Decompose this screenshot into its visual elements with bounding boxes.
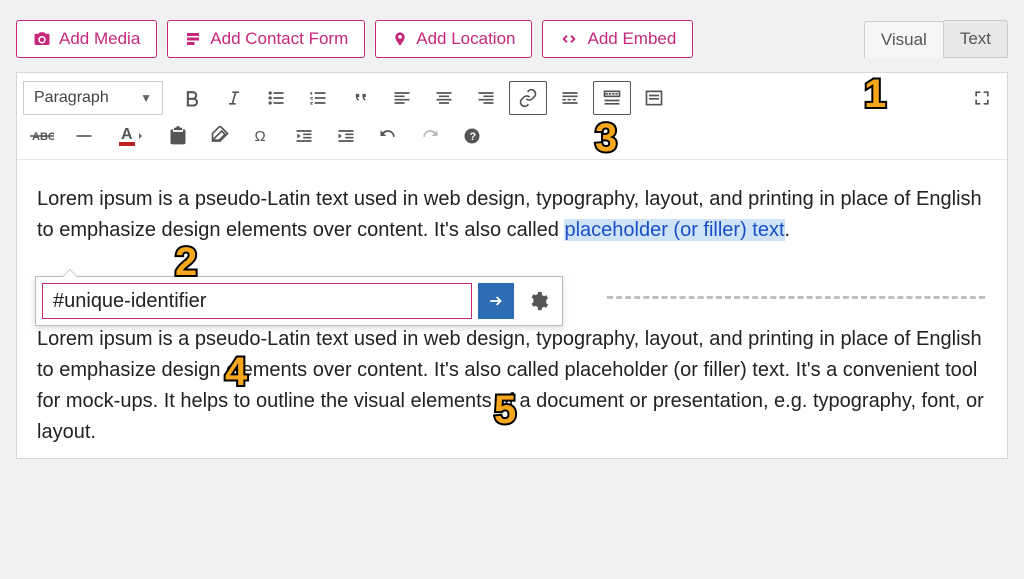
add-location-label: Add Location [416, 29, 515, 49]
align-center-button[interactable] [425, 81, 463, 115]
selected-link-text[interactable]: placeholder (or filler) text [564, 219, 784, 241]
camera-icon [33, 30, 51, 48]
top-actions-bar: Add Media Add Contact Form Add Location … [16, 20, 1008, 58]
apply-link-button[interactable] [478, 283, 514, 319]
toolbar-row-1: Paragraph ▼ [23, 79, 1001, 117]
undo-button[interactable] [369, 119, 407, 153]
align-right-button[interactable] [467, 81, 505, 115]
insert-link-button[interactable] [509, 81, 547, 115]
embed-icon [559, 31, 579, 47]
form-icon [184, 30, 202, 48]
paragraph-format-select[interactable]: Paragraph ▼ [23, 81, 163, 115]
clear-formatting-button[interactable] [201, 119, 239, 153]
add-contact-form-button[interactable]: Add Contact Form [167, 20, 365, 58]
special-character-button[interactable]: Ω [243, 119, 281, 153]
add-location-button[interactable]: Add Location [375, 20, 532, 58]
para1-text-b: . [785, 219, 791, 241]
numbered-list-button[interactable] [299, 81, 337, 115]
link-url-input[interactable] [42, 283, 472, 319]
svg-text:Ω: Ω [255, 128, 266, 145]
horizontal-rule-button[interactable] [65, 119, 103, 153]
indent-button[interactable] [327, 119, 365, 153]
outdent-button[interactable] [285, 119, 323, 153]
paragraph-1[interactable]: Lorem ipsum is a pseudo-Latin text used … [37, 184, 987, 246]
text-color-button[interactable]: A [107, 119, 155, 153]
toolbar-row-2: ABC A Ω [23, 117, 1001, 155]
tab-visual[interactable]: Visual [864, 21, 944, 58]
editor-content[interactable]: Lorem ipsum is a pseudo-Latin text used … [17, 160, 1007, 458]
redo-button[interactable] [411, 119, 449, 153]
insert-more-button[interactable] [551, 81, 589, 115]
block-panel-button[interactable] [635, 81, 673, 115]
bullet-list-button[interactable] [257, 81, 295, 115]
more-divider [607, 296, 985, 299]
fullscreen-button[interactable] [963, 81, 1001, 115]
italic-button[interactable] [215, 81, 253, 115]
paragraph-2[interactable]: Lorem ipsum is a pseudo-Latin text used … [37, 324, 987, 448]
align-left-button[interactable] [383, 81, 421, 115]
link-settings-button[interactable] [520, 283, 556, 319]
location-icon [392, 30, 408, 48]
svg-text:ABC: ABC [32, 131, 54, 143]
paste-text-button[interactable] [159, 119, 197, 153]
para1-text-a: Lorem ipsum is a pseudo-Latin text used … [37, 188, 982, 241]
svg-text:?: ? [470, 131, 477, 143]
toolbar-toggle-button[interactable] [593, 81, 631, 115]
editor-frame: Paragraph ▼ [16, 72, 1008, 459]
add-embed-label: Add Embed [587, 29, 676, 49]
tab-text[interactable]: Text [944, 20, 1008, 58]
strikethrough-button[interactable]: ABC [23, 119, 61, 153]
blockquote-button[interactable] [341, 81, 379, 115]
help-button[interactable]: ? [453, 119, 491, 153]
editor-mode-tabs: Visual Text [864, 20, 1008, 58]
format-select-label: Paragraph [34, 89, 109, 107]
add-contact-form-label: Add Contact Form [210, 29, 348, 49]
chevron-down-icon: ▼ [140, 91, 152, 105]
bold-button[interactable] [173, 81, 211, 115]
insert-link-popup [35, 276, 563, 326]
add-embed-button[interactable]: Add Embed [542, 20, 693, 58]
add-media-button[interactable]: Add Media [16, 20, 157, 58]
svg-text:A: A [121, 126, 133, 143]
editor-toolbar: Paragraph ▼ [17, 73, 1007, 160]
add-media-label: Add Media [59, 29, 140, 49]
